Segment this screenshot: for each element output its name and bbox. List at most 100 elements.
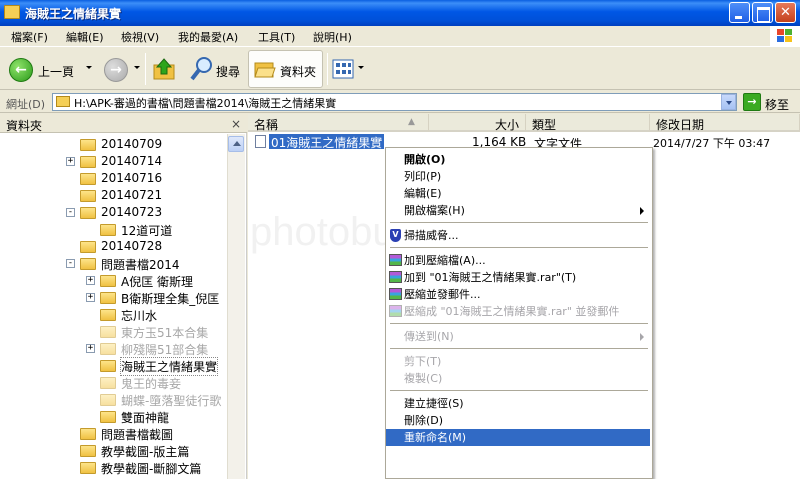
close-button[interactable]: ✕ <box>775 2 796 23</box>
context-menu-item[interactable]: 壓縮並發郵件... <box>386 286 650 303</box>
folder-icon <box>100 360 116 372</box>
tree-item[interactable]: 問題書檔2014 <box>101 256 180 273</box>
context-menu-item[interactable]: 開啟檔案(H) <box>386 202 650 219</box>
tree-item[interactable]: 20140723 <box>101 205 162 219</box>
folder-up-icon[interactable] <box>152 57 176 81</box>
tree-item[interactable]: 教學截圖-版主篇 <box>101 443 189 460</box>
winrar-icon <box>389 271 402 283</box>
windows-logo-blue <box>777 36 784 42</box>
menu-favorites[interactable]: 我的最愛(A) <box>178 29 238 45</box>
search-icon[interactable] <box>190 56 214 82</box>
minimize-button[interactable] <box>729 2 750 23</box>
tree-item[interactable]: B衛斯理全集_倪匡 <box>121 290 219 307</box>
scroll-up-icon[interactable] <box>228 136 244 152</box>
context-menu-item[interactable]: 建立捷徑(S) <box>386 395 650 412</box>
tree-item[interactable]: 東方玉51本合集 <box>121 324 208 341</box>
tree-item[interactable]: 20140728 <box>101 239 162 253</box>
folder-pane-scrollbar[interactable] <box>227 134 245 479</box>
tree-item[interactable]: 12道可道 <box>121 222 172 239</box>
column-modified-label: 修改日期 <box>656 118 705 132</box>
tree-item[interactable]: 鬼王的毒妾 <box>121 375 181 392</box>
tree-item[interactable]: 20140716 <box>101 171 162 185</box>
folder-icon <box>56 96 70 107</box>
forward-arrow-icon[interactable]: → <box>104 58 128 82</box>
sort-ascending-icon: ▲ <box>408 117 415 127</box>
tree-item[interactable]: 20140709 <box>101 137 162 151</box>
views-icon[interactable] <box>332 58 356 80</box>
collapse-icon[interactable]: - <box>66 208 75 217</box>
shield-icon: V <box>390 229 401 242</box>
expand-icon[interactable]: + <box>66 157 75 166</box>
folder-icon <box>4 5 20 19</box>
window-title: 海賊王之情緒果實 <box>25 7 122 21</box>
folder-icon <box>100 292 116 304</box>
folder-icon <box>80 445 96 457</box>
context-menu-item[interactable]: 重新命名(M) <box>386 429 650 446</box>
context-menu-item[interactable]: 編輯(E) <box>386 185 650 202</box>
winrar-icon <box>389 305 402 317</box>
tree-item[interactable]: 20140714 <box>101 154 162 168</box>
expand-icon[interactable]: + <box>86 293 95 302</box>
toolbar-separator <box>327 53 328 85</box>
folder-icon <box>100 377 116 389</box>
menu-separator <box>390 348 648 349</box>
windows-logo-yellow <box>785 36 792 42</box>
folder-icon <box>80 156 96 168</box>
menu-bar: 檔案(F) 編輯(E) 檢視(V) 我的最愛(A) 工具(T) 說明(H) <box>0 26 800 47</box>
folder-pane-close-icon[interactable]: × <box>231 117 241 131</box>
menu-tools[interactable]: 工具(T) <box>258 29 295 45</box>
column-header-modified[interactable]: 修改日期 <box>650 114 800 132</box>
tree-item[interactable]: A倪匡 衛斯理 <box>121 273 193 290</box>
context-menu-item: 剪下(T) <box>404 355 442 368</box>
back-button[interactable]: 上一頁 <box>38 63 74 80</box>
submenu-arrow-icon <box>640 207 644 215</box>
back-dropdown-icon[interactable] <box>86 66 92 69</box>
tree-item[interactable]: 問題書檔截圖 <box>101 426 173 443</box>
context-menu-item: 壓縮成 "01海賊王之情緒果實.rar" 並發郵件 <box>404 305 620 318</box>
views-dropdown-icon[interactable] <box>358 66 364 69</box>
address-dropdown-icon[interactable] <box>721 94 736 110</box>
menu-edit[interactable]: 編輯(E) <box>66 29 104 45</box>
tree-item[interactable]: 教學截圖-斷腳文篇 <box>101 460 201 477</box>
column-header-type[interactable]: 類型 <box>526 114 650 132</box>
maximize-button[interactable] <box>752 2 773 23</box>
column-header-size[interactable]: 大小 <box>429 114 526 132</box>
explorer-window: 海賊王之情緒果實 ✕ 檔案(F) 編輯(E) 檢視(V) 我的最愛(A) 工具(… <box>0 0 800 479</box>
menu-view[interactable]: 檢視(V) <box>121 29 159 45</box>
tree-item[interactable]: 蝴蝶-墮落聖徒行歌 <box>121 392 221 409</box>
search-button[interactable]: 搜尋 <box>216 63 240 80</box>
context-menu-item[interactable]: 掃描威脅... <box>386 227 650 244</box>
tree-item[interactable]: 雙面神龍 <box>121 409 169 426</box>
expand-icon[interactable]: + <box>86 276 95 285</box>
address-value[interactable]: H:\APK-審過的書檔\問題書檔2014\海賊王之情緒果實 <box>74 95 336 111</box>
collapse-icon[interactable]: - <box>66 259 75 268</box>
folder-icon <box>80 241 96 253</box>
folder-icon <box>100 343 116 355</box>
folder-icon <box>80 428 96 440</box>
go-arrow-icon[interactable]: → <box>743 93 761 111</box>
context-menu-item[interactable]: 刪除(D) <box>386 412 650 429</box>
back-arrow-icon[interactable]: ← <box>9 58 33 82</box>
context-menu-item[interactable]: 加到 "01海賊王之情緒果實.rar"(T) <box>386 269 650 286</box>
context-menu-item[interactable]: 加到壓縮檔(A)... <box>386 252 650 269</box>
menu-separator <box>390 390 648 391</box>
tree-item[interactable]: 忘川水 <box>121 307 157 324</box>
folder-open-icon <box>254 62 276 78</box>
tree-item[interactable]: 20140721 <box>101 188 162 202</box>
menu-help[interactable]: 說明(H) <box>313 29 352 45</box>
forward-dropdown-icon[interactable] <box>134 66 140 69</box>
go-button[interactable]: 移至 <box>765 96 789 113</box>
file-row-name[interactable]: 01海賊王之情緒果實 <box>269 134 385 150</box>
context-menu-item[interactable]: 列印(P) <box>386 168 650 185</box>
folder-icon <box>80 462 96 474</box>
menu-file[interactable]: 檔案(F) <box>11 29 48 45</box>
address-label: 網址(D) <box>6 98 46 111</box>
tree-item[interactable]: 柳殘陽51部合集 <box>121 341 208 358</box>
tree-item[interactable]: 海賊王之情緒果實 <box>119 357 219 376</box>
title-bar[interactable]: 海賊王之情緒果實 ✕ <box>0 0 800 26</box>
context-menu-item: 傳送到(N) <box>404 330 454 343</box>
context-menu-item[interactable]: 開啟(O) <box>386 151 650 168</box>
column-size-label: 大小 <box>494 118 519 132</box>
column-header-name[interactable]: 名稱 ▲ <box>248 114 429 132</box>
expand-icon[interactable]: + <box>86 344 95 353</box>
